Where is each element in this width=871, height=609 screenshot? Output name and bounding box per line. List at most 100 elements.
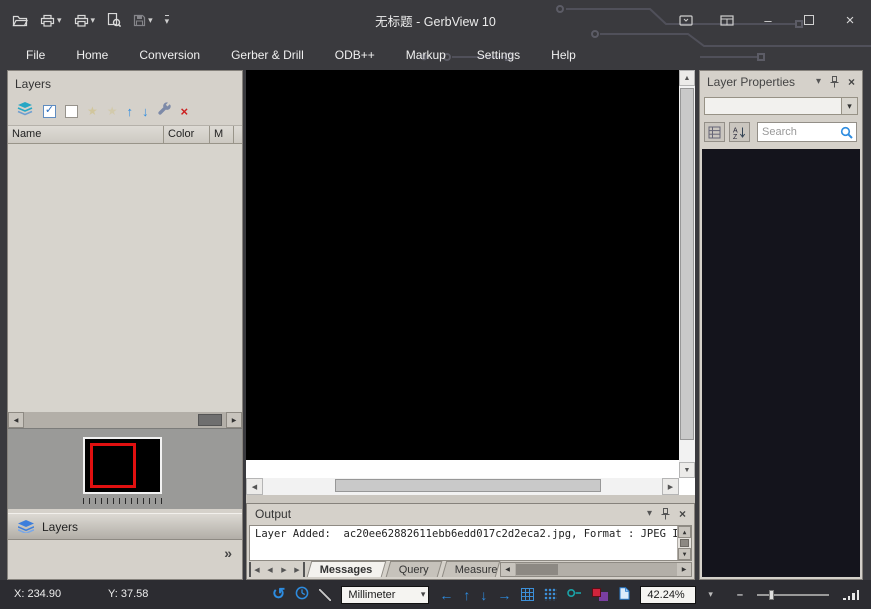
close-button[interactable]: × — [843, 12, 857, 28]
canvas-horizontal-scrollbar[interactable]: ◀ ▶ — [246, 478, 679, 495]
clock-tool-button[interactable] — [295, 586, 309, 603]
menu-help[interactable]: Help — [551, 48, 576, 62]
horizontal-splitter[interactable] — [246, 495, 695, 503]
layers-tab[interactable]: Layers — [8, 513, 242, 540]
scrollbar-thumb[interactable] — [198, 414, 222, 426]
scroll-left-button[interactable]: ◀ — [246, 478, 263, 495]
scroll-up-button[interactable]: ▲ — [678, 526, 691, 538]
hscrollbar-track[interactable] — [263, 478, 662, 495]
scroll-up-button[interactable]: ▲ — [679, 70, 695, 86]
categorized-view-button[interactable] — [704, 122, 725, 142]
menu-settings[interactable]: Settings — [477, 48, 520, 62]
deselect-all-checkbox[interactable] — [65, 105, 78, 118]
save-button[interactable]: ▾ — [131, 12, 155, 29]
scrollbar-track[interactable] — [24, 412, 226, 428]
menu-markup[interactable]: Markup — [406, 48, 446, 62]
clock-icon — [295, 586, 309, 600]
zoom-level-dropdown[interactable]: 42.24% — [640, 586, 696, 604]
layer-tools-button[interactable] — [158, 102, 172, 121]
add-layers-button[interactable] — [17, 101, 34, 121]
output-menu-button[interactable]: ▾ — [647, 509, 652, 519]
slider-thumb[interactable] — [769, 590, 774, 600]
move-layer-down-button[interactable]: ↓ — [142, 105, 149, 118]
menu-file[interactable]: File — [26, 48, 45, 62]
output-pin-button[interactable] — [661, 508, 670, 520]
properties-grid[interactable] — [702, 149, 860, 577]
snap-object-button[interactable] — [567, 588, 582, 601]
canvas-vertical-scrollbar[interactable]: ▲ ▼ — [679, 70, 695, 478]
pan-left-button[interactable]: ← — [439, 588, 453, 602]
tab-measure[interactable]: Measure — [441, 561, 500, 577]
highlight-off-button[interactable]: ★ — [107, 105, 118, 117]
hscrollbar-thumb[interactable] — [335, 479, 601, 492]
panel-overflow-button[interactable]: » — [224, 545, 232, 561]
layers-horizontal-scrollbar[interactable]: ◀ ▶ — [8, 412, 242, 428]
zoom-caret-button[interactable]: ▾ — [708, 590, 713, 599]
line-tool-button[interactable] — [319, 589, 331, 601]
menu-home[interactable]: Home — [76, 48, 108, 62]
pan-right-button[interactable]: → — [497, 588, 511, 602]
undo-button[interactable]: ↺ — [272, 587, 285, 603]
move-layer-up-button[interactable]: ↑ — [127, 105, 134, 118]
tab-query[interactable]: Query — [385, 561, 442, 577]
window-layout-button[interactable] — [720, 12, 734, 28]
layer-preview-thumbnail[interactable] — [83, 437, 162, 494]
layers-list[interactable] — [8, 144, 242, 412]
customize-toolbar-button[interactable]: ▾ — [163, 13, 172, 28]
search-input[interactable] — [758, 126, 840, 138]
output-log[interactable]: Layer Added: ac20ee62882611ebb6edd017c2d… — [249, 525, 692, 561]
quick-print-button[interactable]: ▾ — [72, 12, 98, 29]
column-header-m[interactable]: M — [210, 126, 234, 144]
grid-toggle-button[interactable] — [521, 588, 534, 601]
color-swatch-button[interactable] — [592, 588, 609, 602]
output-close-button[interactable]: × — [679, 508, 686, 520]
zoom-out-dash-icon[interactable]: – — [737, 589, 743, 601]
unit-dropdown[interactable]: Millimeter ▾ — [341, 586, 429, 604]
tab-messages[interactable]: Messages — [307, 561, 386, 577]
snap-grid-button[interactable] — [544, 588, 557, 601]
caret-down-icon[interactable]: ▾ — [841, 98, 857, 114]
last-tab-button[interactable]: ▶ — [291, 562, 305, 577]
scroll-left-button[interactable]: ◀ — [501, 563, 515, 576]
menu-gerber-drill[interactable]: Gerber & Drill — [231, 48, 304, 62]
sort-az-button[interactable]: AZ — [729, 122, 750, 142]
vscrollbar-thumb[interactable] — [680, 539, 689, 547]
scroll-right-button[interactable]: ▶ — [662, 478, 679, 495]
scroll-down-button[interactable]: ▼ — [679, 462, 695, 478]
output-tabs-hscrollbar[interactable]: ◀ ▶ — [500, 562, 692, 577]
print-preview-button[interactable] — [105, 11, 123, 29]
document-button[interactable] — [619, 587, 630, 603]
prev-tab-button[interactable]: ◀ — [263, 562, 277, 577]
collapse-ribbon-button[interactable] — [679, 12, 693, 28]
scroll-down-button[interactable]: ▼ — [678, 548, 691, 560]
select-all-checkbox[interactable]: ✓ — [43, 105, 56, 118]
hscrollbar-thumb[interactable] — [516, 564, 558, 575]
delete-layer-button[interactable]: × — [181, 105, 189, 118]
vscrollbar-thumb[interactable] — [680, 88, 694, 440]
scroll-right-button[interactable]: ▶ — [226, 412, 242, 428]
column-header-filler — [234, 126, 242, 144]
properties-menu-button[interactable]: ▾ — [816, 77, 821, 87]
menu-conversion[interactable]: Conversion — [139, 48, 200, 62]
print-button[interactable]: ▾ — [38, 12, 64, 29]
menu-odbpp[interactable]: ODB++ — [335, 48, 375, 62]
scroll-right-button[interactable]: ▶ — [677, 563, 691, 576]
maximize-button[interactable] — [802, 12, 816, 28]
zoom-slider[interactable] — [757, 589, 829, 601]
output-log-vscrollbar[interactable]: ▲ ▼ — [677, 526, 691, 560]
layer-selector-dropdown[interactable]: ▾ — [704, 97, 858, 115]
column-header-name[interactable]: Name — [8, 126, 164, 144]
gerber-canvas[interactable] — [246, 70, 679, 460]
scroll-left-button[interactable]: ◀ — [8, 412, 24, 428]
column-header-color[interactable]: Color — [164, 126, 210, 144]
open-file-button[interactable] — [10, 12, 30, 29]
next-tab-button[interactable]: ▶ — [277, 562, 291, 577]
pan-up-button[interactable]: ↑ — [463, 588, 470, 602]
properties-close-button[interactable]: × — [848, 76, 855, 88]
pan-down-button[interactable]: ↓ — [480, 588, 487, 602]
properties-pin-button[interactable] — [830, 76, 839, 88]
highlight-on-button[interactable]: ★ — [87, 105, 98, 117]
first-tab-button[interactable]: ◀ — [249, 562, 263, 577]
minimize-button[interactable]: – — [761, 12, 775, 28]
vscrollbar-track[interactable] — [679, 86, 695, 462]
